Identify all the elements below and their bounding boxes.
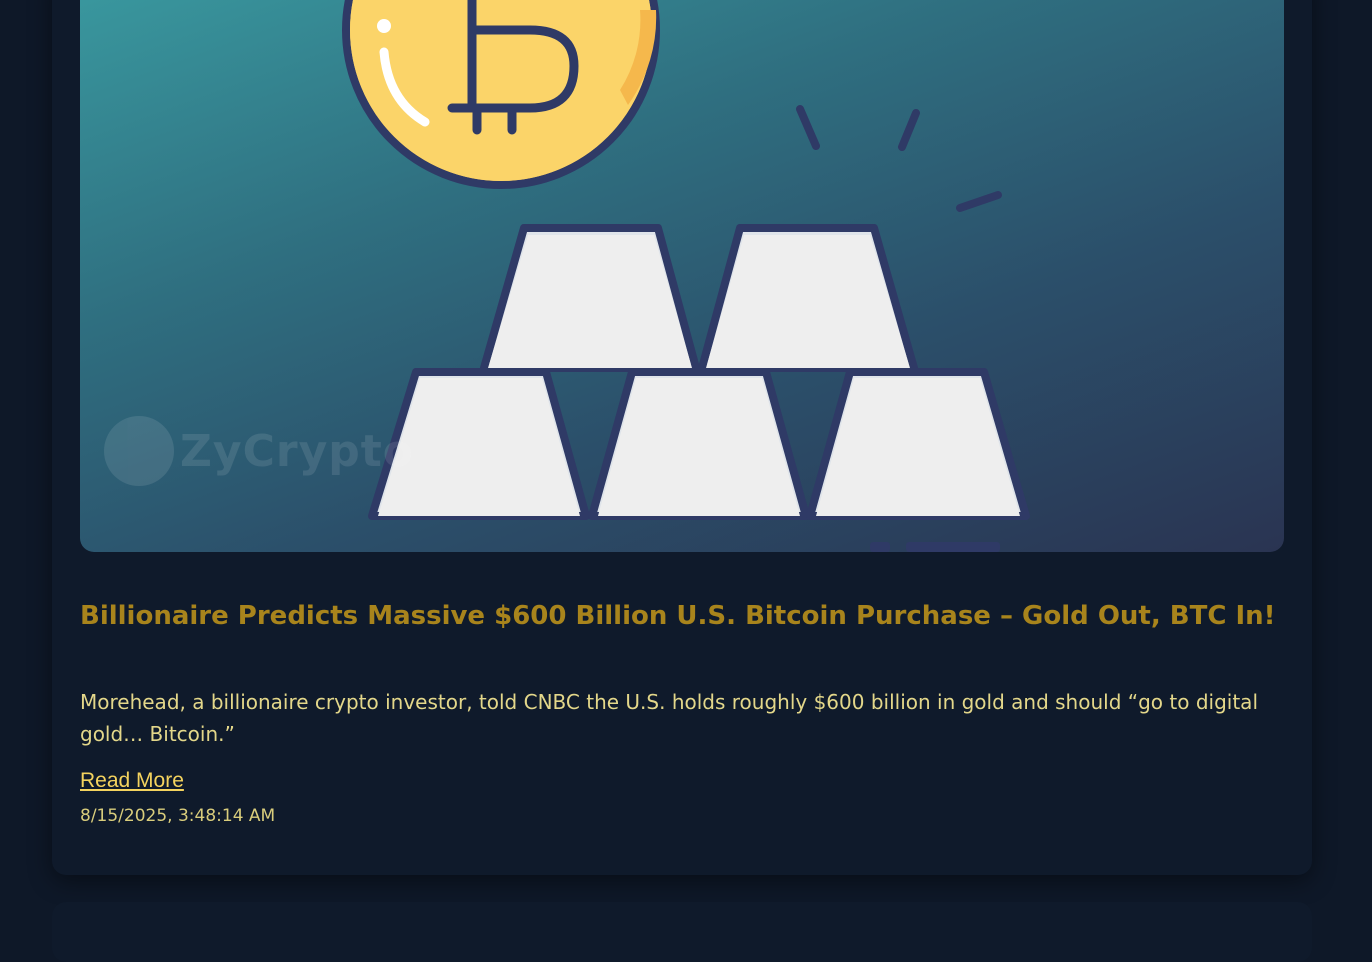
article-date: 8/15/2025, 3:48:14 AM [80,806,276,826]
zycrypto-logo-icon [104,416,174,486]
news-card: ZyCrypto Billionaire Predicts Massive $6… [52,0,1312,875]
watermark-text: ZyCrypto [180,425,415,477]
bitcoin-coin-icon [342,0,660,189]
read-more-link[interactable]: Read More [80,769,184,793]
article-summary: Morehead, a billionaire crypto investor,… [80,690,1258,746]
gold-bars-icon [368,224,1030,520]
article-title[interactable]: Billionaire Predicts Massive $600 Billio… [80,600,1280,633]
article-image[interactable]: ZyCrypto [80,0,1284,552]
sparkle-icon [796,105,1002,212]
next-news-card [52,902,1312,962]
watermark: ZyCrypto [104,416,414,486]
